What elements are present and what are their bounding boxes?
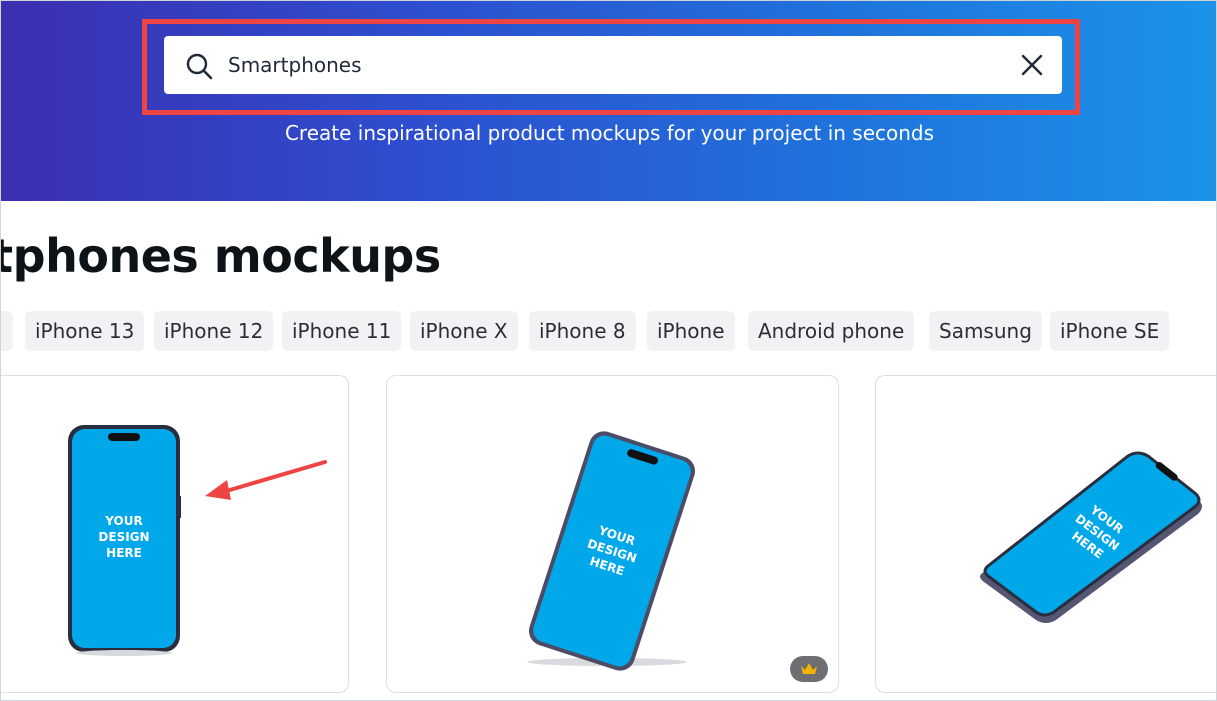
screen-text: YOUR xyxy=(104,514,142,528)
annotation-arrow-icon xyxy=(205,460,327,500)
hero-banner: Create inspirational product mockups for… xyxy=(1,1,1216,201)
filter-chips: iPhone 13 iPhone 12 iPhone 11 iPhone X i… xyxy=(1,311,1216,351)
chip-android-phone[interactable]: Android phone xyxy=(748,311,915,351)
page-title: rtphones mockups xyxy=(0,229,441,283)
chip-iphone-12[interactable]: iPhone 12 xyxy=(154,311,274,351)
chip-iphone-13[interactable]: iPhone 13 xyxy=(25,311,145,351)
chip-iphone[interactable]: iPhone xyxy=(647,311,735,351)
screen-text: HERE xyxy=(106,546,142,560)
chip-iphone-11[interactable]: iPhone 11 xyxy=(282,311,402,351)
mockup-card[interactable]: YOUR DESIGN HERE xyxy=(1,375,349,693)
phone-mockup-tilted: YOUR DESIGN HERE xyxy=(527,431,696,671)
mockup-card[interactable]: YOUR DESIGN HERE xyxy=(386,375,839,693)
chip-partial[interactable] xyxy=(1,311,13,351)
chip-samsung[interactable]: Samsung xyxy=(929,311,1042,351)
screen-text: DESIGN xyxy=(98,530,149,544)
chip-iphone-x[interactable]: iPhone X xyxy=(410,311,518,351)
chip-iphone-8[interactable]: iPhone 8 xyxy=(529,311,636,351)
phone-mockup-front: YOUR DESIGN HERE xyxy=(68,425,181,656)
mockup-card[interactable]: YOUR DESIGN HERE xyxy=(875,375,1216,693)
hero-tagline: Create inspirational product mockups for… xyxy=(284,121,935,145)
premium-badge xyxy=(790,656,828,682)
crown-icon xyxy=(801,663,817,674)
phone-mockup-isometric: YOUR DESIGN HERE xyxy=(980,451,1202,623)
chip-iphone-se[interactable]: iPhone SE xyxy=(1050,311,1170,351)
annotation-highlight-box xyxy=(142,19,1080,115)
page-frame: Create inspirational product mockups for… xyxy=(0,0,1217,701)
